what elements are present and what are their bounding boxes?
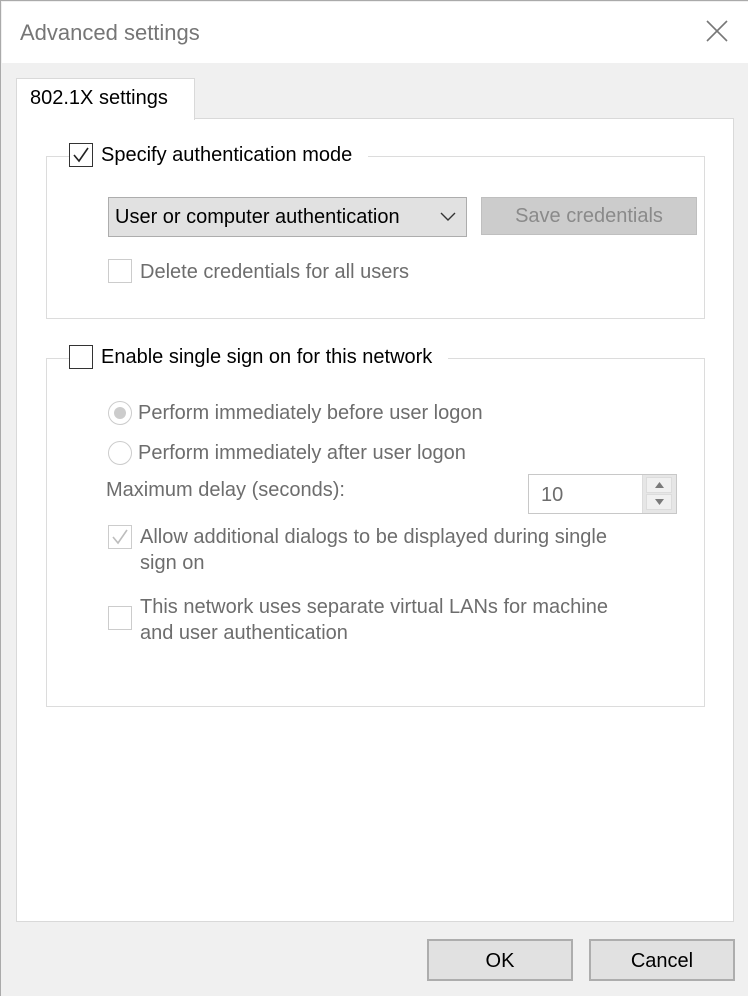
checkmark-icon (112, 529, 128, 545)
label-line-1: This network uses separate virtual LANs … (140, 596, 608, 618)
maximum-delay-label: Maximum delay (seconds): (106, 479, 345, 501)
checkbox-label: Enable single sign on for this network (101, 345, 433, 368)
cancel-button[interactable]: Cancel (589, 939, 735, 981)
enable-single-sign-on-checkbox[interactable]: Enable single sign on for this network (69, 345, 449, 369)
radio-label: Perform immediately before user logon (138, 402, 483, 424)
authentication-mode-dropdown[interactable]: User or computer authentication (108, 197, 467, 237)
checkbox-box[interactable] (69, 345, 93, 369)
button-label: Cancel (630, 950, 694, 972)
radio-label: Perform immediately after user logon (138, 442, 466, 464)
spinner-buttons (642, 475, 676, 513)
button-label: Save credentials (515, 205, 663, 227)
arrow-up-icon (655, 482, 664, 488)
checkbox-label: Delete credentials for all users (140, 261, 410, 283)
label-line-1: Allow additional dialogs to be displayed… (140, 526, 607, 548)
checkbox-box[interactable] (108, 606, 132, 630)
label-line-2: and user authentication (140, 622, 348, 644)
checkbox-box[interactable] (108, 525, 132, 549)
checkmark-icon (73, 147, 89, 163)
dialog-title: Advanced settings (20, 20, 200, 45)
checkbox-label: Allow additional dialogs to be displayed… (140, 524, 607, 576)
allow-additional-dialogs-checkbox[interactable]: Allow additional dialogs to be displayed… (108, 524, 607, 576)
single-sign-on-group: Enable single sign on for this network P… (46, 345, 705, 707)
close-icon (706, 20, 728, 42)
arrow-down-icon (655, 499, 664, 505)
radio-perform-after-logon[interactable]: Perform immediately after user logon (108, 440, 466, 466)
save-credentials-button[interactable]: Save credentials (481, 197, 697, 235)
spinner-down-button[interactable] (646, 494, 672, 510)
maximum-delay-spinner[interactable]: 10 (528, 474, 677, 514)
label-line-2: sign on (140, 552, 205, 574)
delete-credentials-checkbox[interactable]: Delete credentials for all users (108, 259, 409, 285)
title-bar: Advanced settings (2, 2, 748, 63)
ok-button[interactable]: OK (427, 939, 573, 981)
specify-authentication-mode-checkbox[interactable]: Specify authentication mode (69, 143, 369, 167)
advanced-settings-dialog: Advanced settings 802.1X settings Specif… (0, 0, 748, 996)
radio-perform-before-logon[interactable]: Perform immediately before user logon (108, 400, 483, 426)
separate-vlans-checkbox[interactable]: This network uses separate virtual LANs … (108, 594, 608, 646)
dropdown-value: User or computer authentication (115, 206, 400, 228)
authentication-mode-group: Specify authentication mode User or comp… (46, 143, 705, 319)
checkbox-box[interactable] (69, 143, 93, 167)
spinner-value: 10 (541, 484, 564, 506)
checkbox-label: This network uses separate virtual LANs … (140, 594, 608, 646)
spinner-up-button[interactable] (646, 477, 672, 493)
tab-panel: Specify authentication mode User or comp… (16, 118, 734, 922)
radio-button[interactable] (108, 441, 132, 465)
close-button[interactable] (704, 16, 730, 46)
checkbox-label: Specify authentication mode (101, 143, 353, 166)
tab-802-1x-settings[interactable]: 802.1X settings (16, 78, 195, 120)
tab-label: 802.1X settings (30, 87, 168, 109)
radio-button[interactable] (108, 401, 132, 425)
button-label: OK (485, 950, 515, 972)
chevron-down-icon (440, 212, 456, 221)
checkbox-box[interactable] (108, 259, 132, 283)
